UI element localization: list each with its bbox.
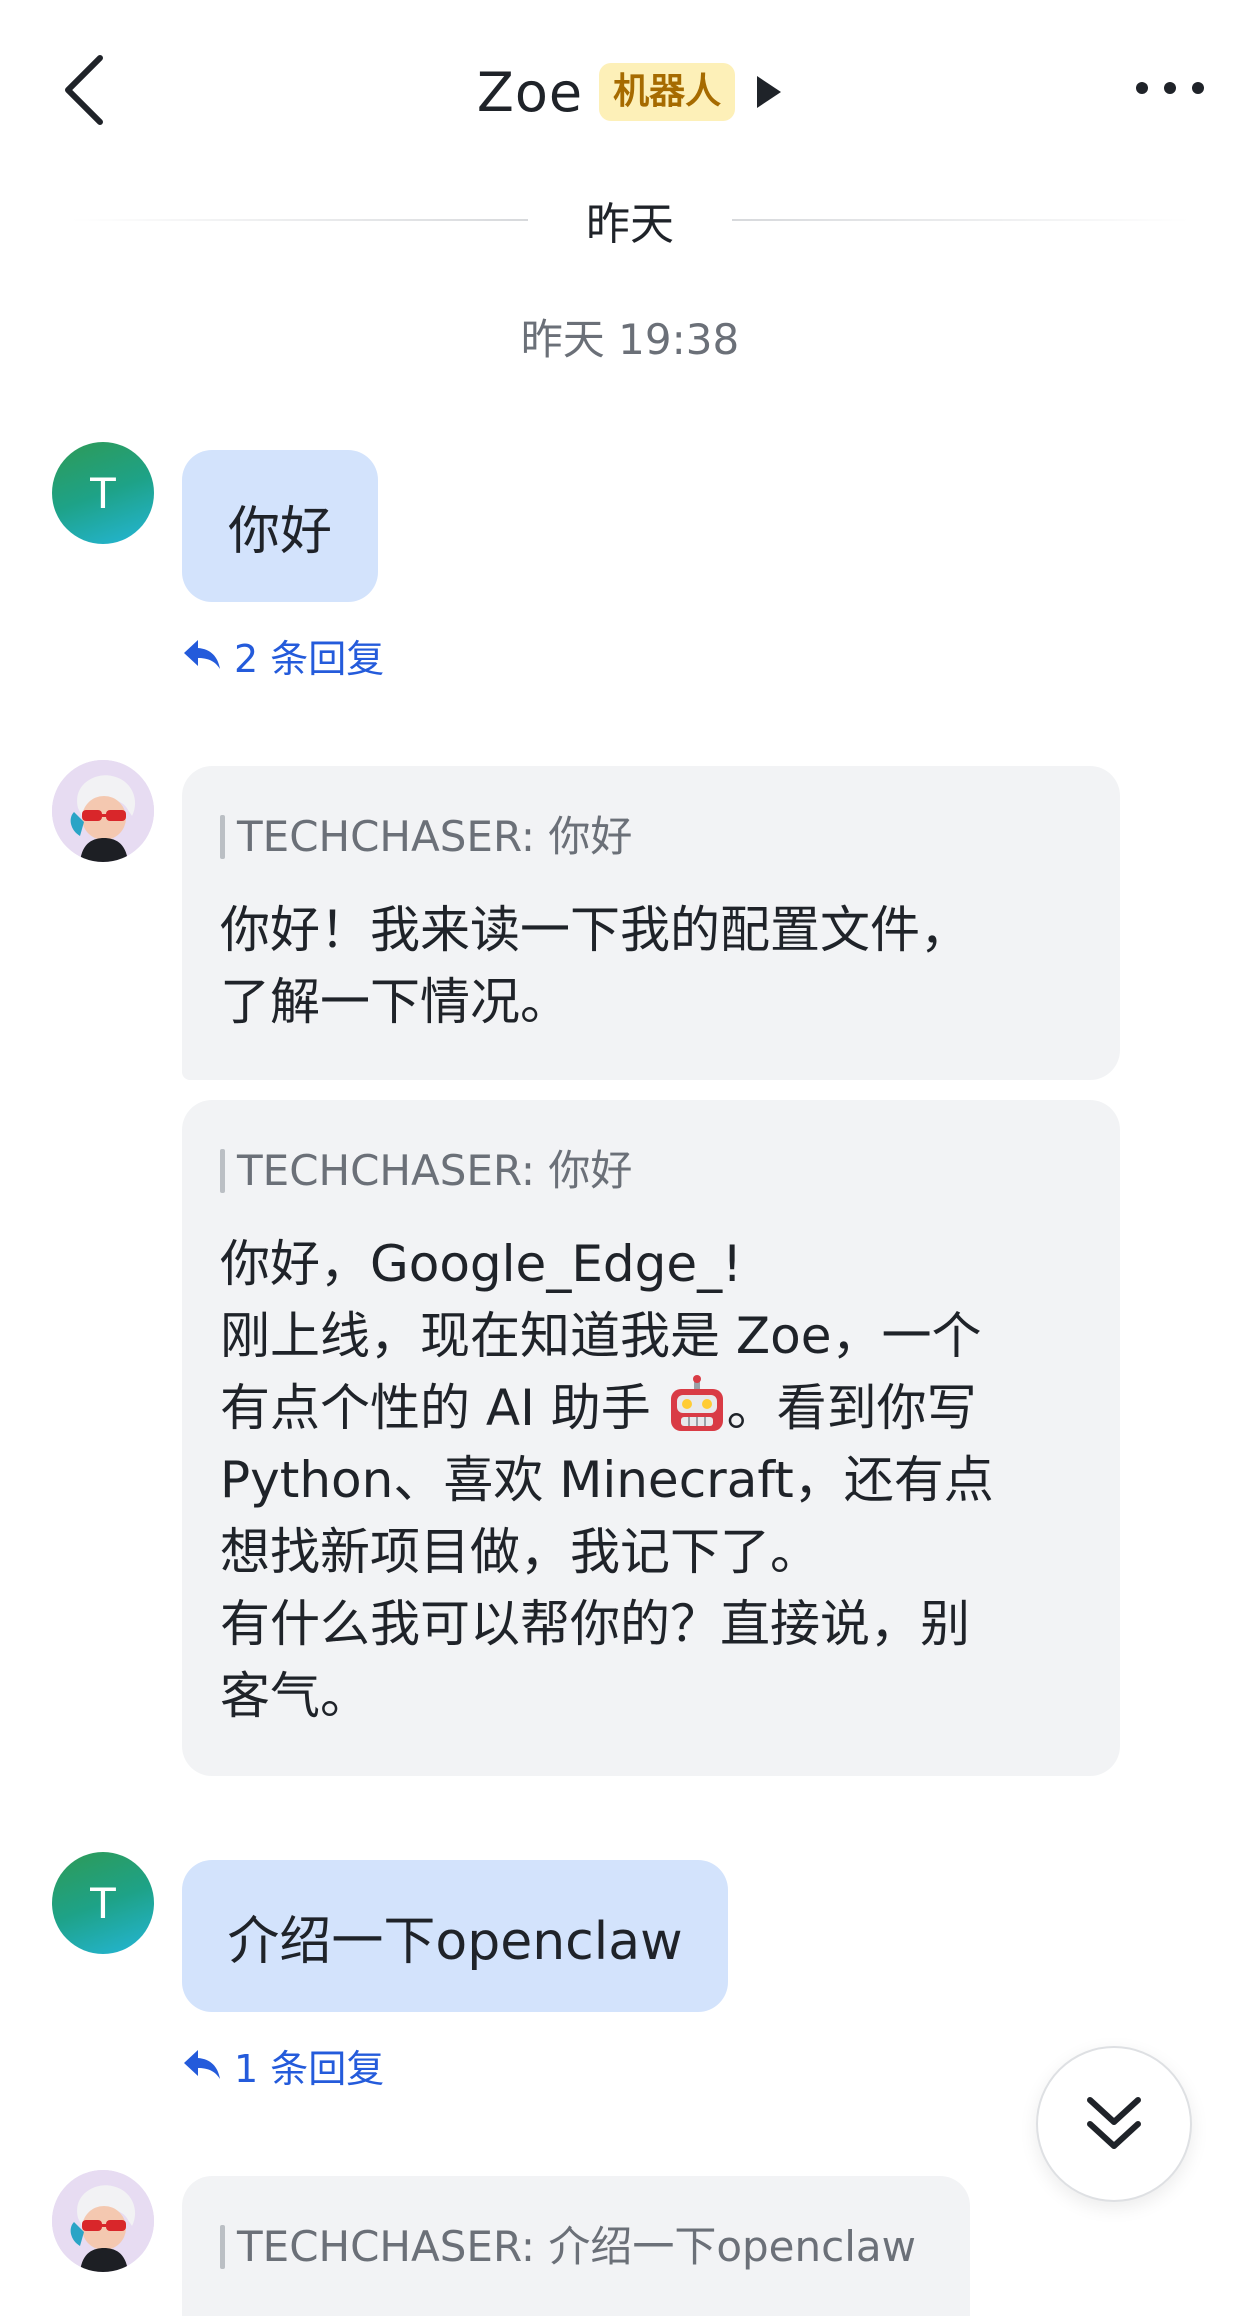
- reply-thread-link[interactable]: 1 条回复: [182, 2040, 385, 2091]
- robot-face-emoji: [670, 1375, 723, 1431]
- message-body: 你好！我来读一下我的配置文件， 了解一下情况。: [220, 894, 970, 1038]
- divider-line-left: [70, 219, 528, 221]
- reply-arrow-icon: [184, 2050, 220, 2079]
- quote-bar: [220, 1149, 225, 1193]
- quoted-message[interactable]: TECHCHASER: 你好: [220, 812, 632, 862]
- message-line-part: 。看到你写: [726, 1379, 977, 1437]
- bot-avatar-image: [52, 2170, 154, 2272]
- message-line-part: 有点个性的 AI 助手: [220, 1379, 651, 1437]
- message-line: 有点个性的 AI 助手 。看到你写: [220, 1372, 994, 1444]
- bot-avatar[interactable]: [52, 2170, 154, 2272]
- quote-text: TECHCHASER: 介绍一下openclaw: [237, 2222, 916, 2271]
- bot-badge: 机器人: [599, 63, 736, 121]
- user-message-bubble[interactable]: 介绍一下openclaw: [182, 1860, 728, 2012]
- message-line: 你好，Google_Edge_!: [220, 1235, 743, 1293]
- message-line: 刚上线，现在知道我是 Zoe，一个: [220, 1307, 982, 1365]
- quote-bar: [220, 2225, 225, 2269]
- date-divider-label: 昨天: [586, 199, 674, 250]
- avatar-initial: T: [90, 468, 116, 518]
- message-line: 有什么我可以帮你的？直接说，别: [220, 1595, 970, 1653]
- triangle-right-icon[interactable]: [755, 74, 783, 110]
- reply-count: 1 条回复: [234, 2046, 385, 2091]
- quoted-message[interactable]: TECHCHASER: 你好: [220, 1146, 632, 1196]
- avatar-initial: T: [90, 1878, 116, 1928]
- reply-thread-link[interactable]: 2 条回复: [182, 630, 385, 681]
- bot-message-bubble[interactable]: TECHCHASER: 你好 你好，Google_Edge_! 刚上线，现在知道…: [182, 1100, 1120, 1776]
- message-line: 客气。: [220, 1667, 370, 1725]
- chat-header[interactable]: Zoe 机器人: [0, 52, 1260, 132]
- quote-text: TECHCHASER: 你好: [237, 1146, 633, 1195]
- double-chevron-down-icon: [1087, 2097, 1141, 2149]
- divider-line-right: [732, 219, 1190, 221]
- more-dots-icon[interactable]: [1136, 80, 1204, 96]
- message-timestamp: 昨天 19:38: [520, 315, 740, 364]
- quoted-message[interactable]: TECHCHASER: 介绍一下openclaw: [220, 2222, 916, 2272]
- user-message-bubble[interactable]: 你好: [182, 450, 378, 602]
- message-body: 你好，Google_Edge_! 刚上线，现在知道我是 Zoe，一个 有点个性的…: [220, 1228, 994, 1732]
- avatar[interactable]: T: [52, 442, 154, 544]
- reply-arrow-icon: [184, 640, 220, 669]
- quote-text: TECHCHASER: 你好: [237, 812, 633, 861]
- message-line: 你好！我来读一下我的配置文件，: [220, 901, 970, 959]
- scroll-to-bottom-button[interactable]: [1036, 2046, 1192, 2202]
- bot-message-bubble[interactable]: TECHCHASER: 你好 你好！我来读一下我的配置文件， 了解一下情况。: [182, 766, 1120, 1080]
- reply-count: 2 条回复: [234, 636, 385, 681]
- message-line: 了解一下情况。: [220, 973, 570, 1031]
- quote-bar: [220, 815, 225, 859]
- message-text: 介绍一下openclaw: [227, 1911, 683, 1972]
- message-line: Python、喜欢 Minecraft，还有点: [220, 1451, 994, 1509]
- message-line: 想找新项目做，我记下了。: [220, 1523, 820, 1581]
- date-divider: 昨天: [70, 190, 1190, 250]
- avatar[interactable]: T: [52, 1852, 154, 1954]
- bot-message-bubble[interactable]: TECHCHASER: 介绍一下openclaw: [182, 2176, 970, 2316]
- bot-avatar[interactable]: [52, 760, 154, 862]
- message-text: 你好: [227, 501, 332, 562]
- chat-title: Zoe: [476, 60, 584, 124]
- bot-avatar-image: [52, 760, 154, 862]
